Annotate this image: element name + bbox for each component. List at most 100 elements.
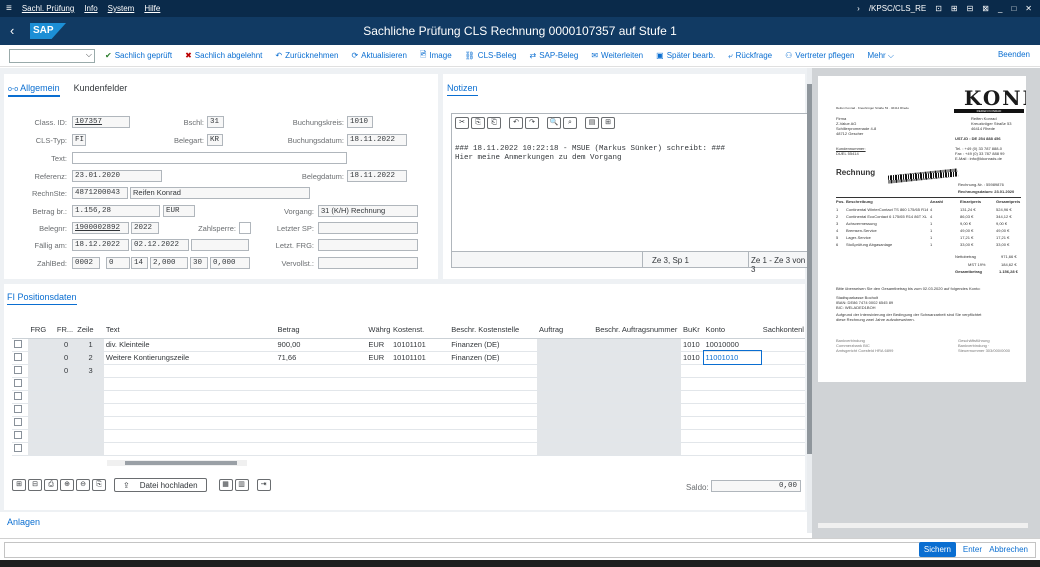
column-header[interactable]: Kostenst. [390,321,450,339]
cell-text[interactable] [103,429,276,443]
cell-bkost[interactable] [449,416,538,430]
cell-frg[interactable] [28,416,55,430]
cell-fr[interactable]: 0 [54,364,76,378]
cell-text[interactable]: Weitere Kontierungszeile [103,351,276,365]
cell-bukr[interactable] [681,364,704,378]
geschaeftsjahr-field[interactable]: 2022 [131,222,159,234]
toolbar-button-9[interactable]: ⤶ Rückfrage [728,49,772,63]
cell-konto[interactable] [703,364,761,378]
toolbar-button-1[interactable]: ✖ Sachlich abgelehnt [185,49,262,63]
column-header[interactable]: Währg [366,321,391,339]
cell-bkost[interactable]: Finanzen (DE) [449,338,538,352]
cell-zeile[interactable] [75,429,104,443]
command-field[interactable]: ⌵ [9,48,95,63]
hamburger-icon[interactable]: ≡ [6,3,12,14]
toolbar-button-8[interactable]: ▣ Später bearb. [656,49,715,63]
minimize-icon[interactable]: _ [998,4,1002,13]
row-checkbox[interactable] [14,352,22,361]
table-action-icon[interactable]: ⊖ [76,479,90,491]
cell-auftrag[interactable] [537,416,594,430]
waers-field[interactable]: EUR [163,205,195,217]
layout-icon[interactable]: ⊟ [967,4,974,13]
cell-kost[interactable] [390,364,450,378]
new-session-icon[interactable]: ⊞ [951,4,958,13]
rechnste-field[interactable]: 4871200043 [72,187,128,199]
cell-bauftrag[interactable] [593,416,682,430]
table-row[interactable] [12,377,805,391]
cell-fr[interactable] [54,442,76,456]
cell-bukr[interactable] [681,442,704,456]
row-checkbox[interactable] [14,430,22,439]
table-action-icon[interactable]: ⊞ [12,479,26,491]
cell-waehrg[interactable]: EUR [366,351,391,365]
cell-kost[interactable] [390,377,450,391]
cell-betrag[interactable] [275,377,367,391]
bukrs-field[interactable]: 1010 [347,116,373,128]
cell-text[interactable] [103,442,276,456]
column-header[interactable]: Beschr. Auftragsnummer [593,321,682,339]
column-header[interactable]: Konto [703,321,761,339]
cell-betrag[interactable] [275,403,367,417]
notes-tool-icon[interactable]: ↷ [525,117,539,129]
cell-sk[interactable] [760,338,805,352]
cell-betrag[interactable] [275,442,367,456]
grid-view-icon[interactable]: ▥ [234,479,249,491]
cell-bukr[interactable] [681,390,704,404]
row-selector[interactable] [12,416,29,430]
zahlsperre-field[interactable] [239,222,251,234]
class-id-field[interactable]: 107357 [72,116,130,128]
cell-fr[interactable]: 0 [54,351,76,365]
preview-scrollbar[interactable] [818,523,1028,528]
cell-betrag[interactable]: 900,00 [275,338,367,352]
zahlbed-tage3-field[interactable]: 30 [190,257,208,269]
cell-konto[interactable] [703,416,761,430]
menu-sachl-pruefung[interactable]: Sachl. Prüfung [22,4,74,13]
cell-kost[interactable] [390,403,450,417]
cell-bukr[interactable]: 1010 [681,338,704,352]
letzt-frg-field[interactable] [318,239,418,251]
row-selector[interactable] [12,338,29,352]
cell-auftrag[interactable] [537,390,594,404]
cell-kost[interactable]: 10101101 [390,351,450,365]
row-checkbox[interactable] [14,339,22,348]
betrag-field[interactable]: 1.156,28 [72,205,160,217]
zahlbed-tage2-field[interactable]: 14 [131,257,148,269]
cell-text[interactable] [103,403,276,417]
cell-zeile[interactable]: 1 [75,338,104,352]
cell-kost[interactable]: 10101101 [390,338,450,352]
cell-sk[interactable] [760,377,805,391]
cls-typ-field[interactable]: FI [72,134,86,146]
cell-fr[interactable] [54,429,76,443]
cell-zeile[interactable] [75,377,104,391]
enter-button[interactable]: Enter [963,545,982,554]
cell-text[interactable] [103,377,276,391]
cell-zeile[interactable] [75,390,104,404]
cell-bkost[interactable] [449,377,538,391]
column-header[interactable]: Auftrag [537,321,594,339]
row-checkbox[interactable] [14,404,22,413]
cell-text[interactable] [103,416,276,430]
table-row[interactable] [12,403,805,417]
cell-fr[interactable] [54,416,76,430]
cell-zeile[interactable]: 3 [75,364,104,378]
cell-sk[interactable] [760,403,805,417]
cell-bukr[interactable]: 1010 [681,351,704,365]
close-icon[interactable]: ✕ [1025,4,1032,13]
cell-bukr[interactable] [681,416,704,430]
cell-fr[interactable] [54,390,76,404]
column-header[interactable]: Sachkontenl [760,321,805,339]
zahlbed-tage1-field[interactable]: 0 [106,257,130,269]
cell-konto[interactable]: 10010000 [703,338,761,352]
cell-zeile[interactable] [75,416,104,430]
cell-zeile[interactable] [75,442,104,456]
status-field[interactable] [4,542,1036,558]
toolbar-button-11[interactable]: Mehr ⌵ [867,49,894,63]
cell-text[interactable] [103,364,276,378]
cell-text[interactable]: div. Kleinteile [103,338,276,352]
column-header[interactable]: Beschr. Kostenstelle [449,321,538,339]
maximize-icon[interactable]: □ [1011,4,1016,13]
cell-bukr[interactable] [681,429,704,443]
cell-fr[interactable] [54,403,76,417]
cell-bauftrag[interactable] [593,429,682,443]
cell-waehrg[interactable] [366,416,391,430]
